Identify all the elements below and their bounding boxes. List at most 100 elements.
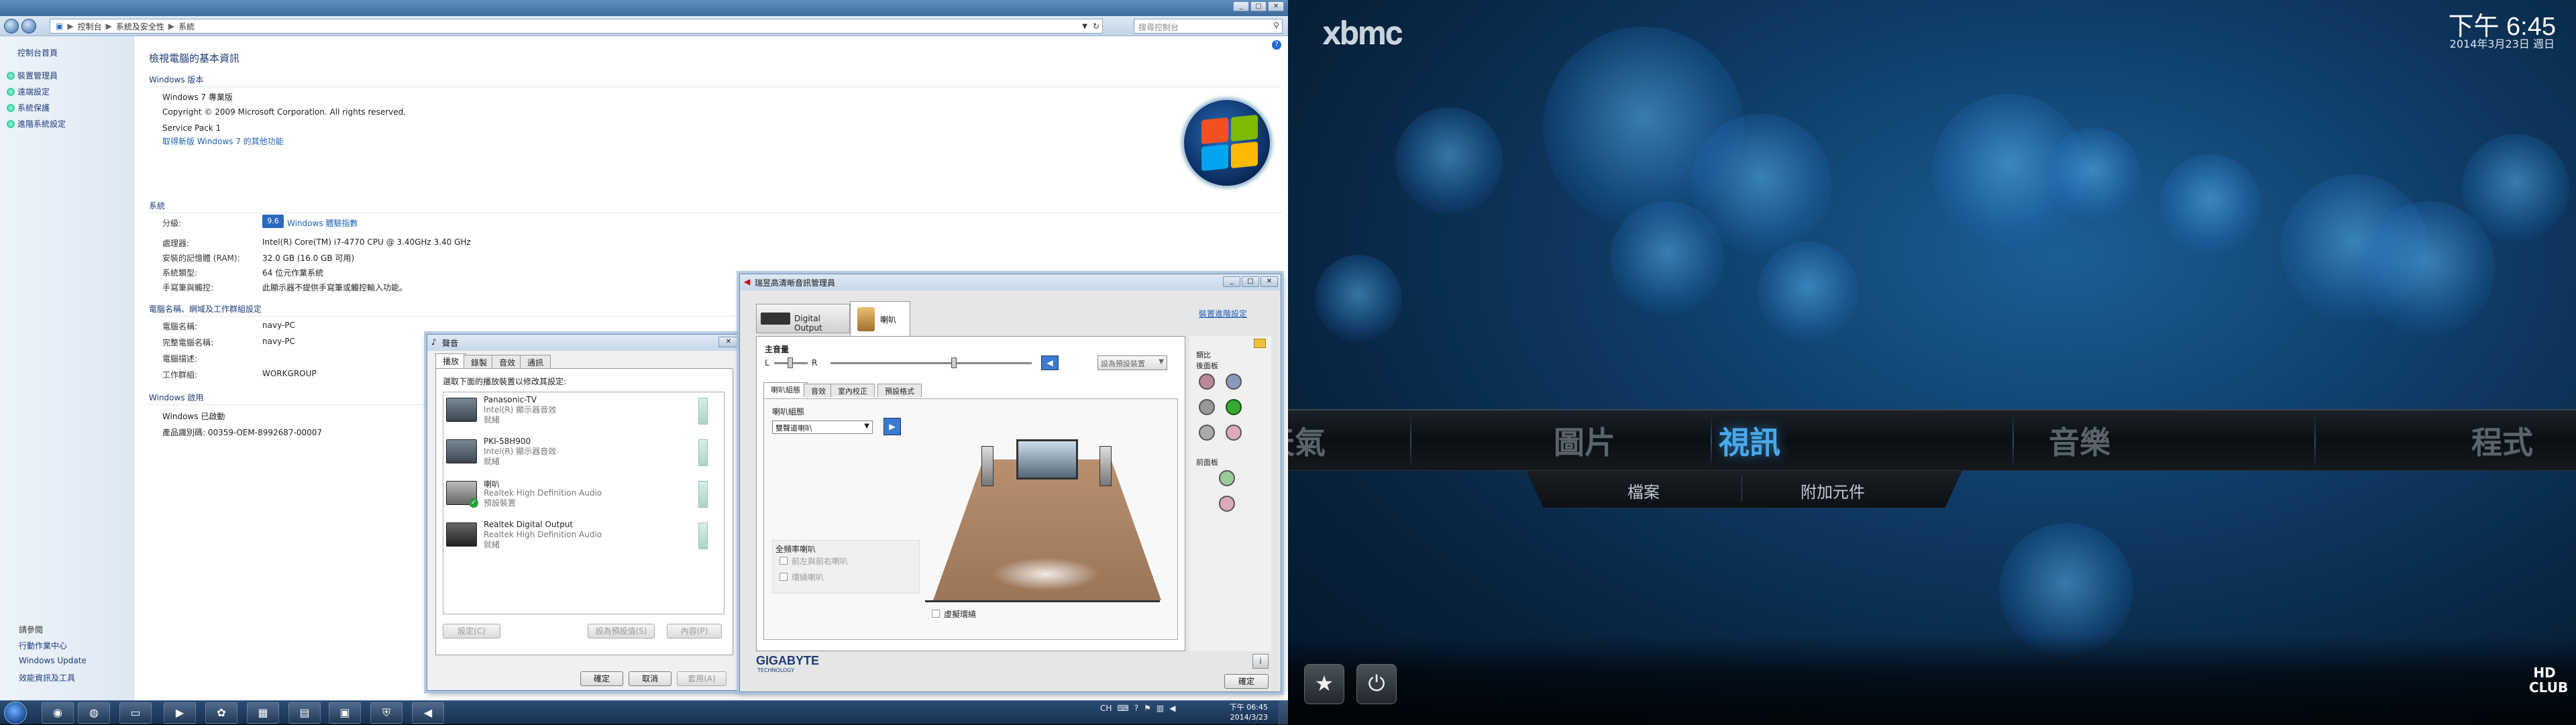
volume-icon[interactable]: ◀	[1041, 355, 1059, 370]
volume-icon[interactable]: ◀	[1169, 704, 1175, 713]
forward-button[interactable]	[21, 19, 36, 34]
tab-playback[interactable]: 播放	[435, 353, 467, 369]
processor-label: 處理器:	[162, 239, 190, 248]
minimize-button[interactable]: _	[1223, 276, 1240, 287]
jack-icon[interactable]	[1199, 399, 1215, 415]
sidebar-item-protection[interactable]: 系統保護	[7, 102, 50, 113]
shield-icon[interactable]: ⛨	[370, 702, 402, 724]
sidebar-item-remote[interactable]: 遠端設定	[7, 86, 50, 97]
menu-item-programs[interactable]: 程式	[2402, 419, 2576, 463]
flag-icon[interactable]: ⚑	[1144, 704, 1151, 713]
list-item[interactable]: ✓ 喇叭 Realtek High Definition Audio 預設裝置	[443, 476, 712, 516]
search-input[interactable]: 搜尋控制台 ⚲	[1134, 19, 1283, 34]
search-icon[interactable]: ⚲	[1273, 21, 1279, 30]
speaker-icon: ◀	[744, 277, 751, 286]
jack-icon[interactable]	[1226, 374, 1242, 390]
chevron-down-icon[interactable]: ▼	[1082, 23, 1087, 30]
app-icon[interactable]: ◍	[78, 702, 110, 724]
jack-icon[interactable]	[1226, 425, 1242, 441]
ime-icon[interactable]: ⌨	[1117, 704, 1128, 713]
taskbar: ◉ ◍ ▭ ▶ ✿ ▦ ▤ ▣ ⛨ ◀ CH ⌨ ? ⚑ ▥ ◀ 下午 06:4…	[0, 700, 1288, 725]
media-icon[interactable]: ✿	[205, 702, 237, 724]
sidebar-home-link[interactable]: 控制台首頁	[17, 47, 58, 58]
virtual-surround-checkbox[interactable]	[932, 610, 940, 618]
configure-button[interactable]: 設定(C)	[443, 624, 500, 638]
menu-item-video[interactable]: 視訊	[1635, 419, 1864, 463]
rating-badge[interactable]: 9.6	[262, 215, 284, 228]
properties-button[interactable]: 內容(P)	[667, 624, 722, 638]
power-icon[interactable]: ⏻	[1356, 664, 1397, 704]
jack-icon[interactable]	[1199, 374, 1215, 390]
experience-index-link[interactable]: Windows 體驗指數	[287, 217, 358, 229]
refresh-icon[interactable]: ↻	[1093, 21, 1099, 31]
set-default-button[interactable]: 設為預設值(S)	[588, 624, 655, 638]
tab-effects[interactable]: 音效	[804, 384, 833, 397]
player-icon[interactable]: ▶	[164, 702, 196, 724]
tab-room-correction[interactable]: 室內校正	[830, 384, 875, 397]
tab-speaker-config[interactable]: 喇叭組態	[763, 382, 808, 398]
favourites-star-icon[interactable]: ★	[1304, 664, 1344, 704]
play-test-button[interactable]: ▶	[883, 418, 901, 435]
back-button[interactable]	[4, 19, 19, 34]
tab-recording[interactable]: 錄製	[464, 355, 495, 368]
show-desktop-button[interactable]	[1279, 701, 1288, 725]
explorer-icon[interactable]: ▭	[119, 702, 152, 724]
cancel-button[interactable]: 取消	[629, 671, 672, 686]
config-select[interactable]: 雙聲道喇叭 ▼	[772, 421, 873, 434]
folder-icon[interactable]	[1254, 339, 1266, 348]
submenu-item-files[interactable]: 檔案	[1627, 479, 1660, 502]
fullrange-front-checkbox[interactable]	[780, 557, 788, 565]
sidebar-item-advanced[interactable]: 進階系統設定	[7, 118, 66, 129]
breadcrumb-item[interactable]: 系統及安全性	[116, 21, 164, 32]
sound-icon[interactable]: ◀	[412, 702, 444, 724]
help-icon[interactable]: ?	[1134, 704, 1138, 713]
jack-icon[interactable]	[1199, 425, 1215, 441]
chrome-icon[interactable]: ◉	[42, 702, 74, 724]
address-input[interactable]: ▣ ▶ 控制台 ▶ 系統及安全性 ▶ 系統 ▼ ↻	[50, 19, 1103, 34]
breadcrumb-item[interactable]: 控制台	[78, 21, 102, 32]
ok-button[interactable]: 確定	[1224, 674, 1269, 689]
menu-item-music[interactable]: 音樂	[1979, 419, 2180, 463]
tab-communication[interactable]: 通訊	[520, 355, 551, 368]
close-button[interactable]: ✕	[1260, 276, 1278, 287]
minimize-button[interactable]: _	[1233, 1, 1249, 11]
volume-slider[interactable]	[830, 357, 1032, 368]
list-item[interactable]: Panasonic-TV Intel(R) 顯示器音效 就緒	[443, 392, 712, 433]
breadcrumb-item[interactable]: 系統	[178, 21, 195, 32]
upgrade-link[interactable]: 取得新版 Windows 7 的其他功能	[162, 135, 284, 147]
sidebar-item-performance[interactable]: 效能資訊及工具	[19, 672, 75, 683]
jack-icon[interactable]	[1219, 496, 1235, 512]
info-icon[interactable]: i	[1252, 654, 1269, 669]
jack-icon[interactable]	[1226, 399, 1242, 415]
jack-icon[interactable]	[1219, 470, 1235, 486]
close-button[interactable]: ✕	[1268, 1, 1284, 11]
set-default-dropdown[interactable]: 設為預設裝置 ▼	[1097, 355, 1167, 370]
sidebar-item-device-manager[interactable]: 裝置管理員	[7, 70, 58, 81]
language-indicator[interactable]: CH	[1100, 704, 1112, 713]
tab-default-format[interactable]: 預設格式	[877, 384, 922, 397]
start-button[interactable]	[4, 702, 27, 724]
tab-effects[interactable]: 音效	[492, 355, 523, 368]
network-icon[interactable]: ▥	[1157, 704, 1164, 713]
list-item[interactable]: PKI-58H900 Intel(R) 顯示器音效 就緒	[443, 434, 712, 474]
clock[interactable]: 下午 06:45 2014/3/23	[1208, 702, 1268, 722]
sidebar-item-action-center[interactable]: 行動作業中心	[19, 640, 67, 651]
maximize-button[interactable]: □	[1250, 1, 1267, 11]
system-icon[interactable]: ▣	[329, 702, 361, 724]
window-icon[interactable]: ▤	[288, 702, 321, 724]
menu-item-weather[interactable]: 天氣	[1288, 419, 1395, 463]
maximize-button[interactable]: □	[1242, 276, 1259, 287]
device-advanced-link[interactable]: 裝置進階設定	[1199, 308, 1247, 319]
fullrange-surround-checkbox[interactable]	[780, 573, 788, 581]
xbmc-icon[interactable]: ▦	[247, 702, 279, 724]
help-icon[interactable]: ?	[1272, 40, 1281, 50]
list-item[interactable]: Realtek Digital Output Realtek High Defi…	[443, 517, 712, 557]
tab-speaker[interactable]: 喇叭	[850, 301, 910, 336]
sidebar-item-windows-update[interactable]: Windows Update	[19, 656, 87, 665]
ok-button[interactable]: 確定	[580, 671, 623, 686]
tab-digital-output[interactable]: Digital Output	[756, 304, 850, 333]
apply-button[interactable]: 套用(A)	[677, 671, 727, 686]
submenu-item-addons[interactable]: 附加元件	[1801, 479, 1865, 502]
balance-slider[interactable]	[774, 357, 808, 368]
close-button[interactable]: ✕	[718, 337, 739, 347]
